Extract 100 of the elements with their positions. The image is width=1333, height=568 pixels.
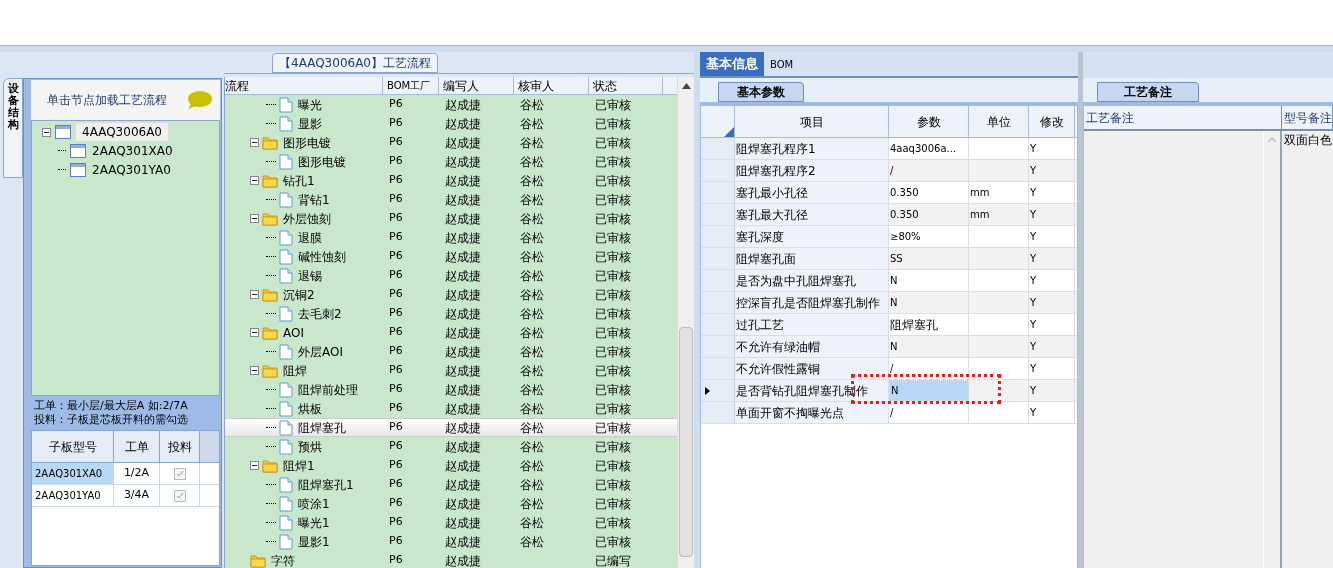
table-cell-text: 谷松 xyxy=(520,153,544,171)
collapse-icon[interactable] xyxy=(250,290,259,299)
folder-icon xyxy=(262,173,278,188)
flow-row[interactable]: 阻焊前处理 P6 赵成捷 谷松 已审核 xyxy=(225,380,677,399)
table-cell-text: 已审核 xyxy=(595,495,631,513)
table-cell: P6 xyxy=(389,210,403,227)
panel-tab[interactable]: 【4AAQ3006A0】工艺流程 xyxy=(272,53,438,73)
collapse-icon[interactable] xyxy=(250,138,259,147)
table-cell-text: 已审核 xyxy=(595,400,631,418)
table-cell: P6 xyxy=(389,191,403,208)
column-header: 子板型号 xyxy=(32,431,114,462)
table-cell-text: 赵成捷 xyxy=(445,134,481,152)
flow-row[interactable]: 外层AOI P6 赵成捷 谷松 已审核 xyxy=(225,342,677,361)
flow-row[interactable]: 碱性蚀刻 P6 赵成捷 谷松 已审核 xyxy=(225,247,677,266)
table-cell-text: 阻焊塞孔程序2 xyxy=(735,162,816,180)
flow-row[interactable]: 曝光 P6 赵成捷 谷松 已审核 xyxy=(225,95,677,114)
window-icon xyxy=(55,125,71,139)
table-cell-text: 已审核 xyxy=(595,191,631,209)
collapse-icon[interactable] xyxy=(250,461,259,470)
scroll-up-icon[interactable] xyxy=(681,83,691,89)
sub-tab[interactable]: 基本参数 xyxy=(718,82,804,102)
tab[interactable]: BOM xyxy=(764,52,800,76)
scrollbar-thumb[interactable] xyxy=(679,327,693,557)
table-cell: P6 xyxy=(389,381,403,398)
table-cell-text: 赵成捷 xyxy=(445,96,481,114)
table-cell-text: 已审核 xyxy=(595,172,631,190)
model-note: 双面白色 xyxy=(1284,133,1332,147)
flow-row[interactable]: 阻焊1 P6 赵成捷 谷松 已审核 xyxy=(225,456,677,475)
table-cell-text: 已审核 xyxy=(595,514,631,532)
row-header[interactable] xyxy=(701,380,735,401)
tree-node[interactable]: 4AAQ3006A0 xyxy=(75,122,169,142)
side-tab[interactable]: 设备结构 xyxy=(3,78,23,178)
folder-icon xyxy=(262,211,278,226)
flow-row[interactable]: 曝光1 P6 赵成捷 谷松 已审核 xyxy=(225,513,677,532)
column-header: 编写人 xyxy=(439,77,514,94)
collapse-icon[interactable] xyxy=(250,366,259,375)
row-pointer-icon xyxy=(705,386,710,395)
step-name: 显影 xyxy=(298,115,322,133)
flow-row[interactable]: 烘板 P6 赵成捷 谷松 已审核 xyxy=(225,399,677,418)
table-cell-text: Y xyxy=(1029,296,1037,310)
tree-node[interactable]: 2AAQ301XA0 xyxy=(90,141,175,160)
flow-row[interactable]: 图形电镀 P6 赵成捷 谷松 已审核 xyxy=(225,133,677,152)
document-icon xyxy=(279,305,293,322)
collapse-icon[interactable] xyxy=(42,127,51,137)
flow-row[interactable]: 预烘 P6 赵成捷 谷松 已审核 xyxy=(225,437,677,456)
table-cell-text: 已审核 xyxy=(595,210,631,228)
flow-row[interactable]: 喷涂1 P6 赵成捷 谷松 已审核 xyxy=(225,494,677,513)
table-cell-text: Y xyxy=(1029,318,1037,332)
flow-row[interactable]: 沉铜2 P6 赵成捷 谷松 已审核 xyxy=(225,285,677,304)
step-name: 背钻1 xyxy=(298,191,330,209)
table-cell: 1/2A xyxy=(114,463,160,484)
splitter-bar[interactable] xyxy=(1078,52,1083,568)
document-icon xyxy=(279,115,293,132)
flow-row[interactable]: 显影1 P6 赵成捷 谷松 已审核 xyxy=(225,532,677,551)
table-cell[interactable]: 2AAQ301YA0 xyxy=(32,485,114,506)
flow-row[interactable]: 字符 P6 赵成捷 已编写 xyxy=(225,551,677,568)
step-name: 退锡 xyxy=(298,267,322,285)
flow-row[interactable]: 背钻1 P6 赵成捷 谷松 已审核 xyxy=(225,190,677,209)
table-cell[interactable]: 2AAQ301XA0 xyxy=(32,463,114,484)
flow-row[interactable]: 退膜 P6 赵成捷 谷松 已审核 xyxy=(225,228,677,247)
flow-row[interactable]: 钻孔1 P6 赵成捷 谷松 已审核 xyxy=(225,171,677,190)
collapse-icon[interactable] xyxy=(250,176,259,185)
flow-row[interactable]: 显影 P6 赵成捷 谷松 已审核 xyxy=(225,114,677,133)
table-cell-text: 赵成捷 xyxy=(445,400,481,418)
flow-row[interactable]: 退锡 P6 赵成捷 谷松 已审核 xyxy=(225,266,677,285)
checkbox[interactable] xyxy=(173,489,186,502)
checkbox[interactable] xyxy=(173,467,186,480)
flow-row[interactable]: 去毛刺2 P6 赵成捷 谷松 已审核 xyxy=(225,304,677,323)
table-cell-text: 已审核 xyxy=(595,248,631,266)
tree-node[interactable]: 2AAQ301YA0 xyxy=(90,160,173,179)
table-cell: P6 xyxy=(389,286,403,303)
table-cell-text: Y xyxy=(1029,362,1037,376)
table-cell-text: Y xyxy=(1029,186,1037,200)
splitter-bar[interactable] xyxy=(0,46,1333,52)
collapse-icon[interactable] xyxy=(250,214,259,223)
step-name: 碱性蚀刻 xyxy=(298,248,346,266)
table-cell-text: 0.350 xyxy=(889,208,919,222)
step-name: 退膜 xyxy=(298,229,322,247)
table-cell-text: 赵成捷 xyxy=(445,495,481,513)
tab[interactable]: 基本信息 xyxy=(700,52,764,76)
table-cell-text: 塞孔最大孔径 xyxy=(735,206,808,224)
folder-icon xyxy=(262,458,278,473)
table-cell-text: 谷松 xyxy=(520,343,544,361)
table-cell-text: 谷松 xyxy=(520,400,544,418)
sub-tab[interactable]: 工艺备注 xyxy=(1097,82,1199,102)
flow-row[interactable]: AOI P6 赵成捷 谷松 已审核 xyxy=(225,323,677,342)
flow-row[interactable]: 阻焊 P6 赵成捷 谷松 已审核 xyxy=(225,361,677,380)
table-cell-text: Y xyxy=(1029,252,1037,266)
step-name: 外层蚀刻 xyxy=(283,210,331,228)
table-cell: P6 xyxy=(389,495,403,512)
flow-row[interactable]: 图形电镀 P6 赵成捷 谷松 已审核 xyxy=(225,152,677,171)
flow-row[interactable]: 阻焊塞孔 P6 赵成捷 谷松 已审核 xyxy=(225,418,677,437)
document-icon xyxy=(279,248,293,265)
collapse-icon[interactable] xyxy=(250,328,259,337)
flow-row[interactable]: 外层蚀刻 P6 赵成捷 谷松 已审核 xyxy=(225,209,677,228)
table-cell-text: 谷松 xyxy=(520,495,544,513)
table-cell-text: 已审核 xyxy=(595,229,631,247)
flow-row[interactable]: 阻焊塞孔1 P6 赵成捷 谷松 已审核 xyxy=(225,475,677,494)
table-cell: P6 xyxy=(389,419,403,436)
table-cell: P6 xyxy=(389,153,403,170)
